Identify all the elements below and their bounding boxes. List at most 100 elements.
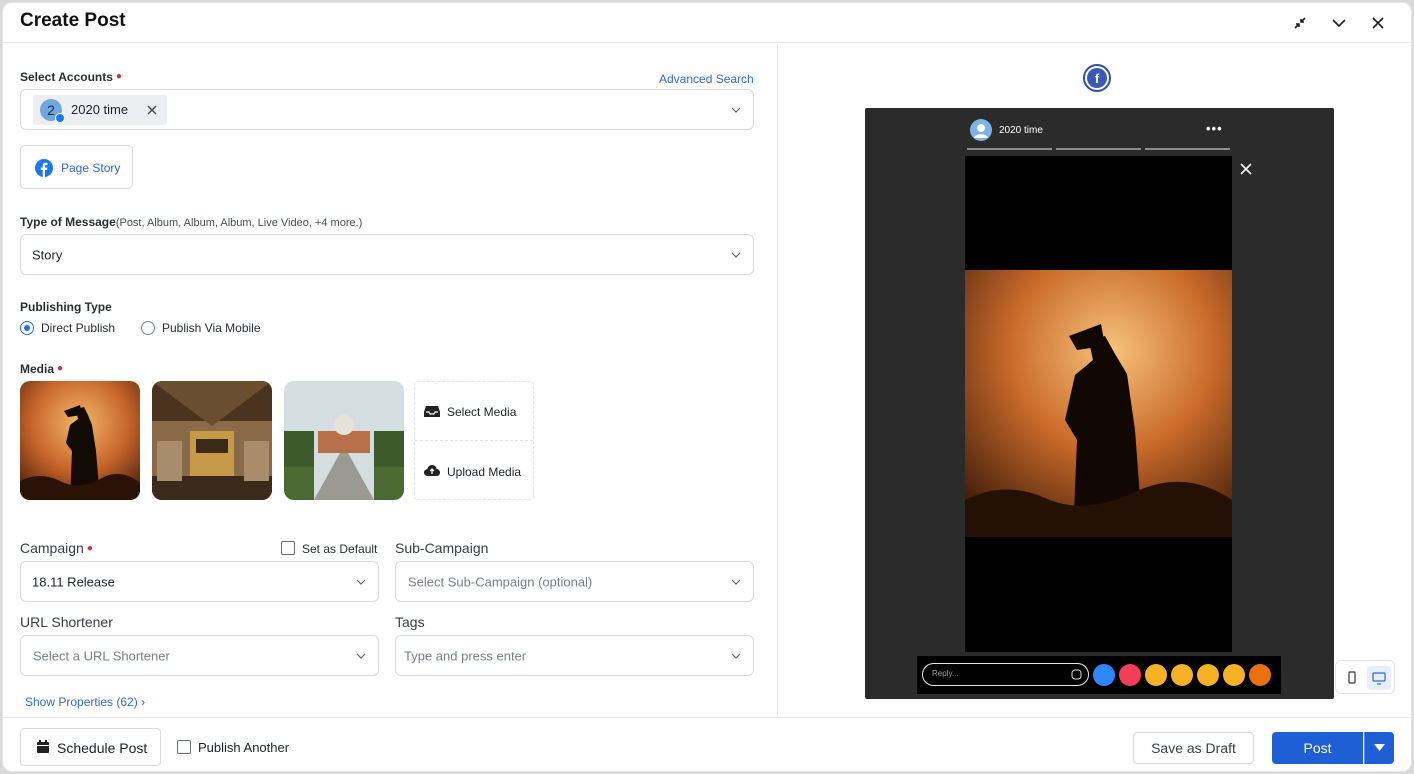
url-shortener-label: URL Shortener <box>20 614 113 630</box>
media-label: Media ● <box>20 362 63 376</box>
inbox-icon <box>424 406 440 417</box>
message-type-value: Story <box>32 247 63 262</box>
collapse-button[interactable] <box>1289 12 1311 34</box>
upload-media-label: Upload Media <box>447 465 522 479</box>
campaign-select[interactable]: 18.11 Release <box>20 561 379 602</box>
caret-down-icon <box>1374 744 1385 751</box>
advanced-search-link[interactable]: Advanced Search <box>659 72 754 86</box>
tags-label: Tags <box>395 614 425 630</box>
sub-campaign-select[interactable]: Select Sub-Campaign (optional) <box>395 561 754 602</box>
footer: Schedule Post Publish Another Save as Dr… <box>3 717 1411 771</box>
publishing-type-label: Publishing Type <box>20 300 112 314</box>
chevron-down-icon <box>356 579 366 585</box>
angry-reaction-icon[interactable] <box>1249 664 1271 686</box>
media-thumbnail[interactable] <box>20 381 140 500</box>
story-progress-bar <box>1056 148 1141 150</box>
monitor-icon <box>1372 672 1386 685</box>
remove-account-icon[interactable] <box>145 103 159 117</box>
required-dot: ● <box>86 543 93 554</box>
haha-reaction-icon[interactable] <box>1171 664 1193 686</box>
reply-input[interactable]: Reply... <box>922 663 1089 686</box>
close-icon[interactable] <box>1239 162 1253 176</box>
love-reaction-icon[interactable] <box>1119 664 1141 686</box>
concert-image <box>20 381 140 500</box>
show-properties-link[interactable]: Show Properties (62) › <box>25 695 145 709</box>
save-draft-button[interactable]: Save as Draft <box>1133 732 1254 764</box>
story-progress-bar <box>1145 148 1230 150</box>
sub-campaign-placeholder: Select Sub-Campaign (optional) <box>408 574 593 589</box>
page-story-button[interactable]: Page Story <box>20 145 133 189</box>
schedule-post-button[interactable]: Schedule Post <box>20 728 161 766</box>
publish-via-mobile-radio[interactable] <box>141 321 155 335</box>
required-dot: ● <box>57 363 64 374</box>
campaign-label: Campaign ● <box>20 540 93 556</box>
monument-image <box>284 381 404 500</box>
set-default-checkbox[interactable] <box>281 541 295 555</box>
sticker-icon <box>1071 669 1082 680</box>
like-reaction-icon[interactable] <box>1093 664 1115 686</box>
media-actions: Select Media Upload Media <box>414 381 534 500</box>
accounts-select[interactable]: 2 2020 time <box>20 89 754 130</box>
direct-publish-radio[interactable] <box>20 321 34 335</box>
message-type-label: Type of Message(Post, Album, Album, Albu… <box>20 215 362 229</box>
accounts-label-text: Select Accounts <box>20 70 113 84</box>
desktop-view-button[interactable] <box>1367 666 1391 690</box>
schedule-post-label: Schedule Post <box>57 740 148 756</box>
close-button[interactable] <box>1367 12 1389 34</box>
post-options-button[interactable] <box>1364 732 1394 764</box>
avatar <box>970 119 992 141</box>
more-icon[interactable]: ••• <box>1206 121 1223 136</box>
minimize-button[interactable] <box>1328 12 1350 34</box>
care-reaction-icon[interactable] <box>1145 664 1167 686</box>
device-toggle <box>1335 660 1395 694</box>
select-media-button[interactable]: Select Media <box>415 382 533 440</box>
facebook-icon <box>35 159 53 177</box>
url-shortener-select[interactable]: Select a URL Shortener <box>20 635 379 676</box>
user-icon <box>974 124 988 138</box>
direct-publish-label: Direct Publish <box>41 321 116 335</box>
calendar-icon <box>37 740 49 753</box>
sad-reaction-icon[interactable] <box>1223 664 1245 686</box>
tags-input[interactable]: Type and press enter <box>395 635 754 676</box>
divider <box>415 440 533 441</box>
page-title: Create Post <box>20 10 126 31</box>
media-thumbnail[interactable] <box>152 381 272 500</box>
mobile-view-button[interactable] <box>1340 666 1364 690</box>
publish-another-label: Publish Another <box>198 740 290 755</box>
chevron-down-icon <box>731 107 741 113</box>
publish-another-checkbox[interactable] <box>177 740 191 754</box>
accounts-label: Select Accounts ● <box>20 70 122 84</box>
facebook-network-tab[interactable]: f <box>1083 64 1111 92</box>
story-preview: 2020 time ••• Reply... <box>865 108 1334 699</box>
chevron-down-icon <box>731 579 741 585</box>
message-type-label-text: Type of Message <box>20 215 116 229</box>
media-thumbnail[interactable] <box>284 381 404 500</box>
header: Create Post <box>3 3 1411 43</box>
chevron-down-icon <box>356 653 366 659</box>
message-type-select[interactable]: Story <box>20 234 754 275</box>
cloud-upload-icon <box>424 465 440 476</box>
required-dot: ● <box>115 71 122 82</box>
facebook-icon: f <box>1087 68 1107 88</box>
upload-media-button[interactable]: Upload Media <box>415 442 533 500</box>
chevron-down-icon <box>1332 19 1346 28</box>
facebook-badge-icon <box>55 113 65 123</box>
collapse-icon <box>1294 17 1306 29</box>
campaign-label-text: Campaign <box>20 540 84 556</box>
wow-reaction-icon[interactable] <box>1197 664 1219 686</box>
story-image <box>965 270 1232 537</box>
post-button[interactable]: Post <box>1272 732 1363 764</box>
preview-panel: f 2020 time ••• Reply... <box>779 44 1411 717</box>
tags-placeholder: Type and press enter <box>404 648 527 663</box>
compose-form: Select Accounts ● Advanced Search 2 2020 … <box>3 44 778 717</box>
sub-campaign-label: Sub-Campaign <box>395 540 489 556</box>
account-chip: 2 2020 time <box>33 95 167 125</box>
message-type-sub: (Post, Album, Album, Album, Live Video, … <box>115 217 363 229</box>
set-default-label: Set as Default <box>302 542 378 556</box>
train-station-image <box>152 381 272 500</box>
account-chip-name: 2020 time <box>71 102 129 117</box>
chevron-down-icon <box>731 653 741 659</box>
concert-image <box>965 270 1232 537</box>
chevron-down-icon <box>731 252 741 258</box>
story-progress-bar <box>967 148 1052 150</box>
